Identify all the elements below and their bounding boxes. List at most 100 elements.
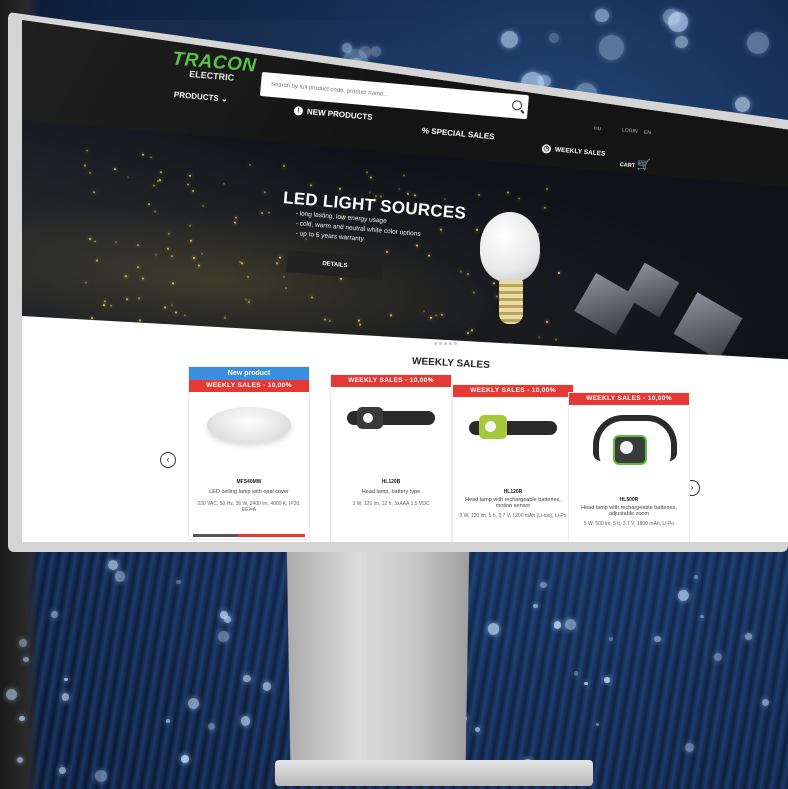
city-light (260, 212, 263, 215)
city-light (473, 291, 476, 294)
bokeh-light (50, 610, 58, 619)
bokeh-light (501, 31, 519, 49)
slider-dot[interactable] (439, 342, 442, 345)
product-card[interactable]: WEEKLY SALES - 10,00% HL120R Head lamp w… (452, 384, 574, 542)
led-bulb-image (480, 212, 540, 282)
slider-dot[interactable] (434, 342, 437, 345)
bokeh-light (595, 722, 600, 726)
product-card[interactable]: New product WEEKLY SALES - 10,00% MFS40M… (188, 366, 310, 540)
product-card[interactable]: WEEKLY SALES - 10,00% HL500R Head lamp w… (568, 392, 690, 542)
city-light (495, 295, 498, 298)
city-light (470, 329, 473, 332)
city-light (329, 319, 332, 322)
city-light (444, 197, 447, 201)
clock-icon: ◷ (541, 144, 552, 154)
bokeh-light (675, 35, 688, 49)
city-light (124, 274, 127, 277)
bokeh-light (598, 34, 625, 61)
city-light (137, 265, 140, 269)
city-light (507, 191, 510, 195)
login-link[interactable]: LOGIN (622, 127, 638, 134)
product-name: Head lamp with rechargeable batteries, m… (465, 497, 561, 509)
bokeh-light (549, 33, 560, 44)
new-icon: ! (293, 106, 304, 117)
city-light (93, 191, 96, 194)
bokeh-light (553, 621, 562, 629)
city-light (493, 282, 496, 285)
city-light (202, 204, 205, 207)
bokeh-light (685, 742, 695, 752)
cart-icon: 🛒 (636, 158, 651, 172)
city-light (166, 247, 169, 250)
city-light (247, 275, 250, 278)
city-light (430, 316, 433, 320)
bokeh-light (243, 674, 251, 683)
product-spec: 230 VAC, 50 Hz, 36 W, 2400 lm, 4000 K, I… (197, 501, 301, 513)
city-light (278, 256, 281, 259)
city-light (398, 187, 401, 190)
city-light (93, 240, 96, 243)
city-light (263, 190, 266, 194)
carousel-prev-button[interactable]: ‹ (160, 452, 176, 468)
city-light (370, 176, 373, 179)
city-light (189, 174, 192, 178)
product-card[interactable]: WEEKLY SALES - 10,00% HL120B Head lamp, … (330, 374, 452, 542)
bokeh-light (584, 681, 588, 686)
search-icon[interactable] (511, 99, 523, 111)
city-light (153, 184, 156, 188)
nav-cart[interactable]: CART 🛒 (619, 156, 651, 172)
city-light (125, 297, 128, 300)
city-light (403, 173, 406, 177)
bokeh-light (595, 8, 609, 23)
city-light (158, 178, 161, 181)
chevron-left-icon: ‹ (166, 454, 170, 464)
city-light (478, 193, 481, 196)
city-light (102, 304, 105, 307)
bokeh-light (574, 671, 579, 676)
city-light (192, 256, 195, 260)
bokeh-light (654, 635, 661, 643)
city-light (91, 317, 94, 320)
bokeh-light (107, 560, 118, 571)
city-light (546, 321, 549, 324)
bokeh-light (699, 614, 704, 619)
bokeh-light (745, 633, 752, 640)
bokeh-light (181, 755, 189, 763)
city-light (171, 255, 174, 258)
city-light (150, 156, 153, 159)
city-light (358, 319, 361, 322)
city-light (369, 191, 372, 194)
city-light (275, 262, 278, 265)
lang-hu-link[interactable]: HU (594, 126, 602, 133)
city-light (466, 273, 469, 276)
city-light (249, 163, 252, 166)
slider-dot[interactable] (449, 342, 452, 345)
slider-dot[interactable] (444, 342, 447, 345)
city-light (222, 182, 225, 185)
product-spec: 5 W, 500 lm, 5 h, 3,7 V, 1800 mAh, Li-Po (583, 521, 675, 527)
city-light (557, 272, 560, 275)
weekly-sale-badge: WEEKLY SALES - 10,00% (331, 375, 451, 387)
city-light (137, 297, 140, 300)
city-light (164, 306, 167, 309)
city-light (89, 237, 92, 241)
city-light (339, 277, 342, 280)
lang-en-link[interactable]: EN (644, 130, 651, 137)
slider-dot[interactable] (454, 342, 457, 345)
city-light (201, 252, 204, 255)
city-light (517, 197, 520, 200)
bokeh-light (734, 96, 750, 112)
city-light (234, 216, 237, 219)
slider-pagination[interactable] (434, 332, 459, 350)
city-light (104, 300, 107, 303)
nav-cart-label: CART (619, 162, 636, 170)
bokeh-light (746, 32, 770, 55)
city-light (538, 336, 541, 339)
city-light (268, 211, 271, 214)
city-light (435, 314, 438, 317)
bokeh-light (19, 715, 25, 721)
city-light (159, 170, 162, 174)
city-light (390, 313, 393, 317)
city-light (191, 189, 194, 193)
city-light (282, 276, 285, 279)
